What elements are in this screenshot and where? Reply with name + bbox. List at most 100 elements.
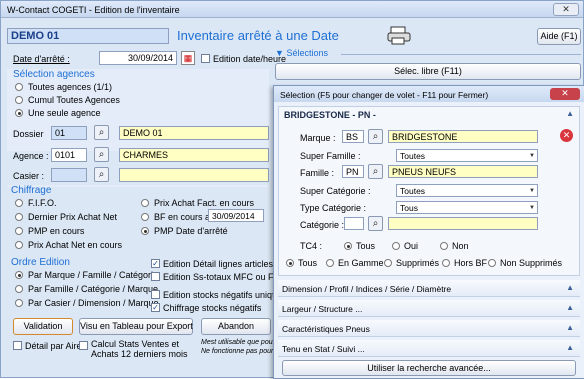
calendar-icon[interactable]: ▦ [181, 51, 195, 65]
tc4-option-oui: Oui [404, 241, 419, 251]
edition-datetime-checkbox[interactable] [201, 54, 210, 63]
negatifs-uniq-label: Edition stocks négatifs uniqt [163, 290, 275, 300]
dossier-code-input[interactable]: 01 [51, 126, 87, 140]
negatifs-uniq-checkbox[interactable] [151, 290, 160, 299]
validation-button[interactable]: Validation [13, 318, 73, 335]
gamme-radio-supprimes[interactable] [384, 259, 392, 267]
super-famille-label: Super Famille : [300, 151, 361, 161]
gamme-radio-tous[interactable] [286, 259, 294, 267]
agence-option-une: Une seule agence [28, 108, 101, 118]
page-title: Inventaire arrêté à une Date [177, 28, 339, 43]
categorie-search-icon[interactable]: ⌕ [368, 216, 383, 231]
chiffrage-radio-pmp-date[interactable] [141, 227, 149, 235]
agence-option-cumul: Cumul Toutes Agences [28, 95, 120, 105]
section-tenu-stat-chevron-icon: ▲ [566, 343, 574, 352]
chiffrage-neg-checkbox[interactable]: ✓ [151, 303, 160, 312]
chiffrage-header: Chiffrage [11, 185, 52, 196]
tc4-radio-non[interactable] [440, 242, 448, 250]
note-line-1: Mest utilisable que pour [201, 339, 275, 346]
filter-icon: ▼ [275, 48, 284, 58]
ordre-radio-famille[interactable] [15, 285, 23, 293]
agence-name-field: CHARMES [119, 148, 269, 162]
chiffrage-radio-prix-achat-net[interactable] [15, 241, 23, 249]
brand-section-collapse-icon[interactable]: ▲ [566, 109, 574, 118]
agence-radio-cumul[interactable] [15, 96, 23, 104]
chiffrage-option-prix-achat-net: Prix Achat Net en cours [28, 240, 123, 250]
ordre-radio-casier[interactable] [15, 299, 23, 307]
selection-panel: Sélection (F5 pour changer de volet - F1… [273, 85, 584, 379]
selection-panel-close-button[interactable]: ✕ [550, 88, 580, 100]
famille-search-icon[interactable]: ⌕ [368, 164, 383, 179]
casier-name-field [119, 168, 269, 182]
gamme-option-en-gamme: En Gamme [338, 258, 384, 268]
chiffrage-radio-pmp[interactable] [15, 227, 23, 235]
tc4-radio-tous[interactable] [344, 242, 352, 250]
gamme-radio-hors-bf[interactable] [442, 259, 450, 267]
bf-date-input[interactable]: 30/09/2014 [208, 209, 264, 222]
famille-code-input[interactable]: PN [342, 165, 364, 178]
section-largeur[interactable]: Largeur / Structure ... ▲ [278, 300, 580, 317]
printer-icon[interactable] [387, 25, 411, 45]
ordre-header: Ordre Edition [11, 257, 70, 268]
selections-divider [341, 54, 581, 55]
section-dimension-chevron-icon: ▲ [566, 283, 574, 292]
gamme-option-non-supprimes: Non Supprimés [500, 258, 563, 268]
help-button[interactable]: Aide (F1) [537, 28, 581, 45]
dossier-search-icon[interactable]: ⌕ [94, 125, 109, 140]
detail-lignes-checkbox[interactable]: ✓ [151, 259, 160, 268]
abandon-button[interactable]: Abandon [201, 318, 271, 335]
agence-search-icon[interactable]: ⌕ [94, 147, 109, 162]
chiffrage-option-fifo: F.I.F.O. [28, 198, 57, 208]
section-caracteristiques[interactable]: Caractéristiques Pneus ▲ [278, 320, 580, 337]
gamme-option-tous: Tous [298, 258, 318, 268]
window-close-button[interactable]: ✕ [553, 3, 579, 16]
dossier-label: Dossier [13, 129, 44, 139]
tc4-radio-oui[interactable] [392, 242, 400, 250]
selections-label: ▼ Sélections [275, 48, 328, 58]
chiffrage-option-bf: BF en cours au [154, 212, 216, 222]
stotaux-checkbox[interactable] [151, 272, 160, 281]
casier-search-icon[interactable]: ⌕ [94, 167, 109, 182]
ordre-option-famille: Par Famille / Catégorie / Marque [28, 284, 159, 294]
casier-input[interactable] [51, 168, 87, 182]
title-bar: W-Contact COGETI - Edition de l'inventai… [1, 1, 583, 18]
marque-clear-icon[interactable]: ✕ [560, 129, 573, 142]
dossier-name-field: DEMO 01 [119, 126, 269, 140]
tableau-export-button[interactable]: Visu en Tableau pour Export [79, 318, 193, 335]
section-caracteristiques-label: Caractéristiques Pneus [282, 324, 370, 334]
super-famille-select[interactable]: Toutes [396, 149, 538, 162]
chiffrage-radio-fifo[interactable] [15, 199, 23, 207]
gamme-radio-non-supprimes[interactable] [488, 259, 496, 267]
selection-libre-button[interactable]: Sélec. libre (F11) [275, 63, 581, 80]
selections-text: Sélections [286, 48, 328, 58]
section-tenu-stat[interactable]: Tenu en Stat / Suivi ... ▲ [278, 340, 580, 357]
detail-aire-checkbox[interactable] [13, 341, 22, 350]
note-line-2: Ne fonctionne pas pour c [201, 348, 279, 355]
chiffrage-radio-bf[interactable] [141, 213, 149, 221]
famille-label: Famille : [300, 168, 335, 178]
date-input[interactable]: 30/09/2014 [99, 51, 177, 65]
agence-radio-toutes[interactable] [15, 83, 23, 91]
agence-code-input[interactable]: 0101 [51, 148, 87, 162]
agences-header: Sélection agences [13, 69, 95, 80]
marque-search-icon[interactable]: ⌕ [368, 129, 383, 144]
categorie-label: Catégorie : [300, 220, 345, 230]
tc4-label: TC4 : [300, 241, 323, 251]
chiffrage-radio-prix-fact[interactable] [141, 199, 149, 207]
advanced-search-button[interactable]: Utiliser la recherche avancée... [282, 360, 576, 376]
agence-radio-une[interactable] [15, 109, 23, 117]
ordre-radio-marque[interactable] [15, 271, 23, 279]
marque-code-input[interactable]: BS [342, 130, 364, 143]
chiffrage-radio-dernier-prix[interactable] [15, 213, 23, 221]
super-categorie-select[interactable]: Toutes [396, 184, 538, 197]
gamme-option-hors-bf: Hors BF [454, 258, 488, 268]
gamme-option-supprimes: Supprimés [396, 258, 440, 268]
type-categorie-select[interactable]: Tous [396, 201, 538, 214]
gamme-radio-en-gamme[interactable] [326, 259, 334, 267]
section-dimension[interactable]: Dimension / Profil / Indices / Série / D… [278, 280, 580, 297]
chiffrage-option-prix-fact: Prix Achat Fact. en cours [154, 198, 255, 208]
brand-section-title: BRIDGESTONE - PN - [284, 110, 376, 120]
categorie-code-input[interactable] [344, 217, 364, 230]
calcul-stats-checkbox[interactable] [79, 341, 88, 350]
chiffrage-option-pmp-date: PMP Date d'arrêté [154, 226, 228, 236]
